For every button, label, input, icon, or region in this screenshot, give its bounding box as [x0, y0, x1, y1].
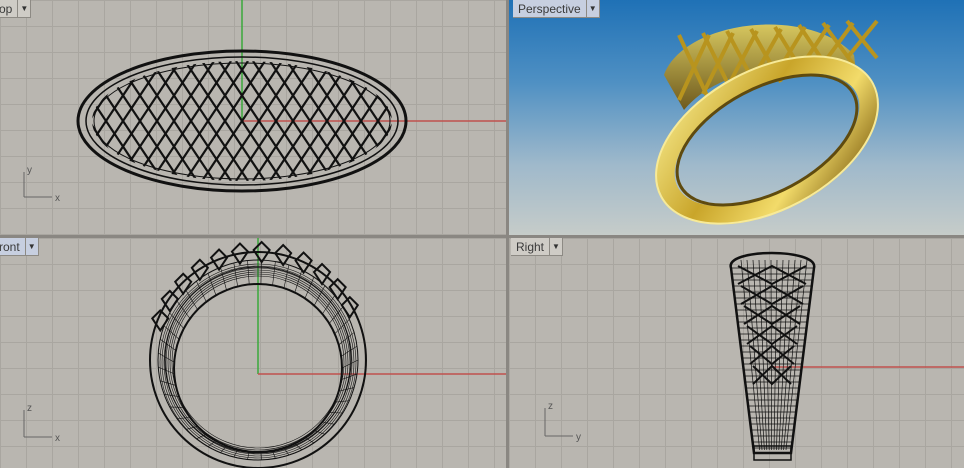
viewport-label: op	[0, 1, 13, 16]
chevron-down-icon[interactable]: ▼	[585, 0, 599, 17]
top-view-canvas: y x	[23, 0, 506, 204]
viewport-tab-front[interactable]: ront ▼	[0, 238, 39, 256]
viewport-splitter-horizontal[interactable]	[0, 235, 964, 238]
axis-label-y: y	[576, 432, 581, 443]
viewport-tab-top[interactable]: op ▼	[0, 0, 32, 18]
axis-tripod	[23, 410, 52, 438]
chevron-down-icon[interactable]: ▼	[24, 238, 38, 255]
chevron-down-icon[interactable]: ▼	[549, 238, 562, 255]
viewport-label: Right	[516, 239, 545, 254]
rhino-modeling-app: y x op ▼ Perspective ▼ z x ront ▼ z y Ri…	[0, 0, 964, 468]
top-viewport[interactable]: y x op ▼	[0, 0, 506, 235]
axis-label-z: z	[27, 403, 32, 414]
perspective-canvas	[655, 19, 879, 225]
chevron-down-icon[interactable]: ▼	[17, 0, 30, 17]
viewport-tab-right[interactable]: Right ▼	[511, 238, 564, 256]
viewport-label: ront	[0, 239, 20, 254]
viewport-label: Perspective	[518, 1, 581, 16]
front-view-canvas: z x	[23, 238, 506, 468]
perspective-viewport[interactable]: Perspective ▼	[509, 0, 964, 235]
axis-label-x: x	[55, 193, 60, 204]
viewport-tab-perspective[interactable]: Perspective ▼	[513, 0, 600, 18]
axis-label-y: y	[27, 165, 32, 176]
ring-right-wireframe	[729, 251, 816, 461]
viewport-splitter-vertical[interactable]	[506, 0, 509, 468]
axis-tripod	[544, 408, 573, 437]
axis-label-z: z	[548, 401, 553, 412]
ring-rendered	[655, 19, 879, 225]
right-viewport[interactable]: z y Right ▼	[509, 238, 964, 468]
front-viewport[interactable]: z x ront ▼	[0, 238, 506, 468]
right-view-canvas: z y	[544, 251, 964, 461]
axis-label-x: x	[55, 433, 60, 444]
